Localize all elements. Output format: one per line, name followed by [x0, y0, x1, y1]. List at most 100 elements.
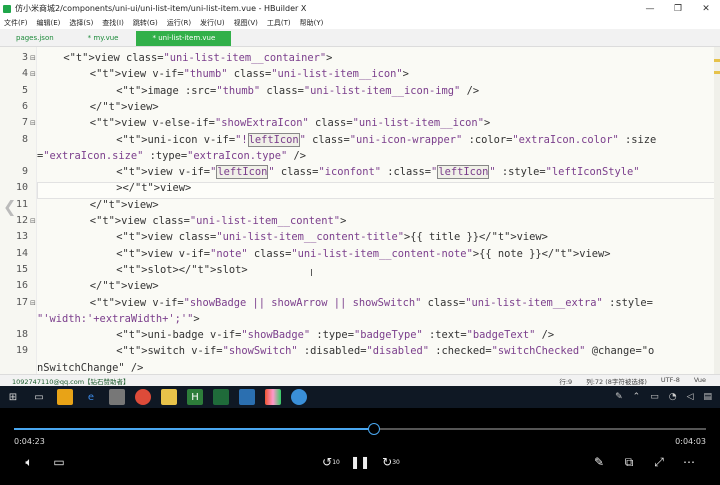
photo-app-icon[interactable] — [239, 389, 255, 405]
menu-edit[interactable]: 编辑(E) — [37, 18, 61, 28]
edge-browser-icon[interactable]: e — [83, 389, 99, 405]
terminal-icon[interactable] — [213, 389, 229, 405]
menu-file[interactable]: 文件(F) — [4, 18, 28, 28]
code-line: <"t">view class="uni-list-item__content"… — [89, 215, 347, 227]
code-line: <"t">view v-if="leftIcon" class="iconfon… — [116, 165, 640, 180]
start-windows-icon[interactable]: ⊞ — [5, 389, 21, 405]
tab-uni-list-item[interactable]: * uni-list-item.vue — [136, 31, 232, 46]
line-number: 4 — [21, 68, 28, 80]
menu-select[interactable]: 选择(S) — [69, 18, 93, 28]
sublime-icon[interactable] — [57, 389, 73, 405]
app-icon[interactable] — [109, 389, 125, 405]
line-number: 8 — [21, 133, 28, 145]
line-number: 3 — [21, 52, 28, 63]
code-line: nSwitchChange" /> — [37, 361, 144, 374]
menu-run[interactable]: 运行(R) — [167, 18, 191, 28]
code-line: <"t">view v-if="showBadge || showArrow |… — [89, 296, 653, 309]
tab-my-vue[interactable]: * my.vue — [72, 31, 135, 46]
current-time: 0:04:23 — [14, 437, 45, 446]
code-line: ="extraIcon.size" :type="extraIcon.type"… — [37, 149, 307, 162]
hbuilder-icon[interactable]: H — [187, 389, 203, 405]
file-encoding[interactable]: UTF-8 — [661, 376, 680, 386]
file-explorer-icon[interactable] — [161, 389, 177, 405]
rewind-button[interactable]: ↺ 10 — [320, 454, 342, 470]
code-line: "'width:'+extraWidth+';'"> — [37, 312, 200, 325]
menu-view[interactable]: 视图(V) — [234, 18, 258, 28]
progress-thumb[interactable] — [367, 423, 380, 435]
rewind-label: 10 — [332, 458, 340, 466]
line-number: 6 — [21, 100, 28, 112]
volume-icon[interactable]: ◁ — [687, 392, 694, 402]
forward-button[interactable]: ↻ 30 — [380, 454, 402, 470]
video-player: 0:04:23 0:04:03 🔈︎ ▭ ↺ 10 ❚❚ ↻ 30 ✎ ⧉ ⤢ ⋯ — [0, 408, 720, 485]
line-number: 16 — [15, 280, 28, 292]
recorder-icon[interactable] — [291, 389, 307, 405]
fold-toggle-icon[interactable]: ⊟ — [30, 119, 36, 127]
line-number: 9 — [21, 166, 28, 178]
code-line: </"t">view> — [89, 198, 159, 211]
code-line: <"t">view class="uni-list-item__content-… — [116, 231, 548, 244]
line-number: 18 — [15, 329, 28, 341]
cursor-column: 列:72 (8字符被选择) — [586, 378, 647, 386]
chevron-up-icon[interactable]: ⌃ — [633, 392, 641, 402]
total-time: 0:04:03 — [675, 437, 706, 446]
line-number: 13 — [15, 231, 28, 243]
line-number: 17 — [15, 296, 28, 308]
forward-label: 30 — [392, 458, 400, 466]
menu-find[interactable]: 查找(I) — [102, 18, 124, 28]
editor-tabs: pages.json * my.vue * uni-list-item.vue — [0, 29, 720, 47]
scrollbar-minimap[interactable] — [714, 47, 720, 374]
edit-button[interactable]: ✎ — [590, 454, 608, 470]
close-button[interactable]: ✕ — [692, 0, 720, 17]
code-line: <"t">view v-if="note" class="uni-list-it… — [116, 247, 611, 260]
pen-icon[interactable]: ✎ — [615, 392, 623, 402]
color-app-icon[interactable] — [265, 389, 281, 405]
fold-toggle-icon[interactable]: ⊟ — [30, 70, 36, 78]
minimap-mark — [714, 71, 720, 74]
line-number: 10 — [15, 182, 28, 194]
menu-goto[interactable]: 跳转(G) — [133, 18, 158, 28]
more-options-button[interactable]: ⋯ — [680, 454, 698, 470]
miniview-button[interactable]: ⧉ — [620, 454, 638, 470]
maximize-button[interactable]: ❐ — [664, 0, 692, 17]
task-view-icon[interactable]: ▭ — [31, 389, 47, 405]
account-status[interactable]: 1092747110@qq.com【钻石赞助者】 — [12, 376, 130, 386]
os-taskbar: ⊞ ▭ e H ✎ ⌃ ▭ ◔ ◁ ▤ — [0, 386, 720, 408]
file-language[interactable]: Vue — [694, 376, 706, 386]
line-number: 12 — [15, 215, 28, 226]
code-line: <"t">image :src="thumb" class="uni-list-… — [116, 84, 480, 97]
collapse-left-icon[interactable]: ❮ — [3, 197, 16, 216]
fold-toggle-icon[interactable]: ⊟ — [30, 54, 36, 62]
window-controls: — ❐ ✕ — [636, 0, 720, 17]
code-line: <"t">view class="uni-list-item__containe… — [63, 52, 333, 64]
code-line: <"t">slot></"t">slot> — [116, 263, 248, 276]
menu-tools[interactable]: 工具(T) — [267, 18, 291, 28]
fold-toggle-icon[interactable]: ⊟ — [30, 217, 36, 225]
wifi-icon[interactable]: ◔ — [669, 392, 677, 402]
tab-pages-json[interactable]: pages.json — [0, 31, 70, 46]
code-line: <"t">view v-else-if="showExtraIcon" clas… — [89, 117, 491, 130]
code-line: <"t">switch v-if="showSwitch" :disabled=… — [116, 345, 655, 358]
code-line: </"t">view> — [89, 280, 159, 293]
code-line: <"t">uni-icon v-if="!leftIcon" class="un… — [116, 132, 657, 147]
volume-button[interactable]: 🔈︎ — [20, 454, 38, 470]
fullscreen-button[interactable]: ⤢ — [650, 454, 668, 470]
chrome-icon[interactable] — [135, 389, 151, 405]
pause-button[interactable]: ❚❚ — [350, 454, 370, 470]
notifications-icon[interactable]: ▤ — [703, 392, 712, 402]
subtitles-button[interactable]: ▭ — [50, 454, 68, 470]
line-number: 15 — [15, 263, 28, 275]
menu-help[interactable]: 帮助(Y) — [300, 18, 324, 28]
window-title: 仿小米商城2/components/uni-ui/uni-list-item/u… — [15, 4, 307, 13]
minimize-button[interactable]: — — [636, 0, 664, 17]
code-line: <"t">uni-badge v-if="showBadge" :type="b… — [116, 329, 555, 342]
fold-toggle-icon[interactable]: ⊟ — [30, 299, 36, 307]
menu-publish[interactable]: 发行(U) — [200, 18, 225, 28]
line-number: 7 — [21, 117, 28, 129]
progress-fill — [14, 428, 374, 430]
menu-bar: 文件(F) 编辑(E) 选择(S) 查找(I) 跳转(G) 运行(R) 发行(U… — [0, 17, 720, 29]
progress-track[interactable] — [14, 423, 706, 435]
code-editor[interactable]: 3 ⊟ 4 ⊟ 5 6 7 ⊟ 8 9 10 11 12 ⊟ 13 14 15 16 17 ⊟ 18 19 <"t">vi… — [0, 47, 720, 374]
title-bar: 仿小米商城2/components/uni-ui/uni-list-item/u… — [0, 0, 720, 18]
cursor-line: 行:9 — [559, 378, 573, 386]
